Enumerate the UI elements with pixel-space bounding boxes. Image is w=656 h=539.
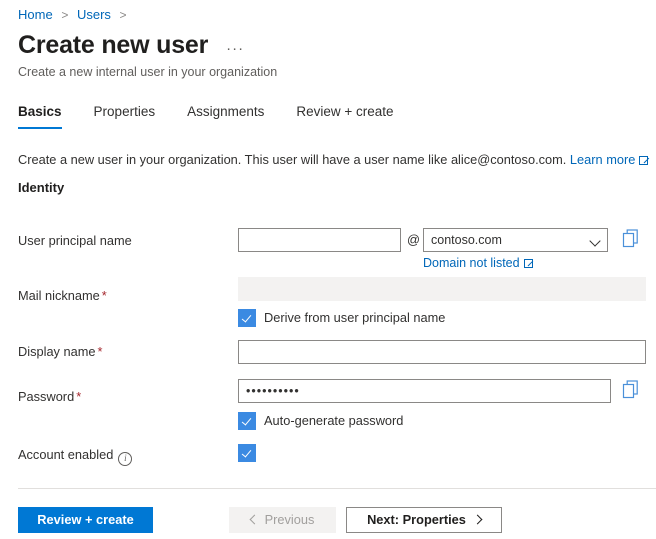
chevron-right-icon (472, 514, 483, 525)
breadcrumb-item-home[interactable]: Home (18, 7, 53, 22)
page-subtitle: Create a new internal user in your organ… (18, 65, 278, 79)
previous-button[interactable]: Previous (229, 507, 336, 533)
label-user-principal-name-text: User principal name (18, 233, 132, 248)
more-options-icon[interactable]: ··· (226, 35, 244, 56)
copy-password-icon[interactable] (622, 380, 640, 400)
create-new-user-page: Home > Users > Create new user ··· Creat… (0, 0, 656, 539)
label-display-name: Display name * (18, 343, 103, 360)
breadcrumb-separator-trailing: > (119, 8, 127, 22)
breadcrumb: Home > Users > (18, 7, 132, 23)
domain-dropdown[interactable]: contoso.com (423, 228, 608, 252)
form-description: Create a new user in your organization. … (18, 151, 649, 168)
domain-dropdown-value: contoso.com (431, 233, 502, 247)
tab-basics[interactable]: Basics (18, 103, 62, 129)
required-marker-password: * (76, 389, 82, 404)
form-description-text: Create a new user in your organization. … (18, 152, 567, 167)
section-heading-identity: Identity (18, 180, 65, 195)
title-row: Create new user ··· (18, 30, 244, 60)
label-user-principal-name: User principal name (18, 232, 132, 249)
next-properties-button-label: Next: Properties (367, 512, 466, 527)
display-name-input[interactable] (238, 340, 646, 364)
label-mail-nickname-text: Mail nickname (18, 288, 100, 303)
previous-button-label: Previous (264, 512, 315, 527)
auto-generate-password-label: Auto-generate password (264, 413, 404, 428)
page-title: Create new user (18, 31, 209, 59)
required-marker-display-name: * (97, 344, 103, 359)
derive-from-upn-label: Derive from user principal name (264, 310, 446, 325)
review-create-button[interactable]: Review + create (18, 507, 153, 533)
external-link-icon-domain (523, 259, 533, 268)
label-account-enabled-text: Account enabled (18, 447, 114, 462)
derive-from-upn-checkbox[interactable] (238, 309, 256, 327)
footer-divider (18, 488, 656, 489)
domain-not-listed-row: Domain not listed (423, 255, 533, 271)
info-icon[interactable]: i (118, 452, 133, 466)
account-enabled-checkbox[interactable] (238, 444, 256, 462)
label-display-name-text: Display name (18, 344, 96, 359)
required-marker-mail-nickname: * (101, 288, 107, 303)
tab-properties[interactable]: Properties (94, 103, 156, 129)
label-mail-nickname: Mail nickname * (18, 287, 107, 304)
breadcrumb-item-users[interactable]: Users (77, 7, 111, 22)
label-password-text: Password (18, 389, 75, 404)
mail-nickname-input[interactable] (238, 277, 646, 301)
tab-assignments[interactable]: Assignments (187, 103, 264, 129)
chevron-left-icon (249, 514, 260, 525)
at-sign-label: @ (407, 232, 420, 247)
password-input[interactable] (238, 379, 611, 403)
label-password: Password * (18, 388, 81, 405)
copy-upn-icon[interactable] (622, 229, 640, 249)
breadcrumb-separator: > (61, 8, 69, 22)
tab-review-create[interactable]: Review + create (296, 103, 393, 129)
chevron-down-icon (589, 235, 601, 247)
next-properties-button[interactable]: Next: Properties (346, 507, 502, 533)
tab-bar: Basics Properties Assignments Review + c… (18, 103, 426, 129)
label-account-enabled: Account enabled i (18, 446, 133, 466)
external-link-icon (639, 156, 649, 165)
domain-not-listed-link[interactable]: Domain not listed (423, 256, 520, 270)
auto-generate-password-checkbox[interactable] (238, 412, 256, 430)
user-principal-name-input[interactable] (238, 228, 401, 252)
learn-more-link[interactable]: Learn more (570, 152, 635, 167)
